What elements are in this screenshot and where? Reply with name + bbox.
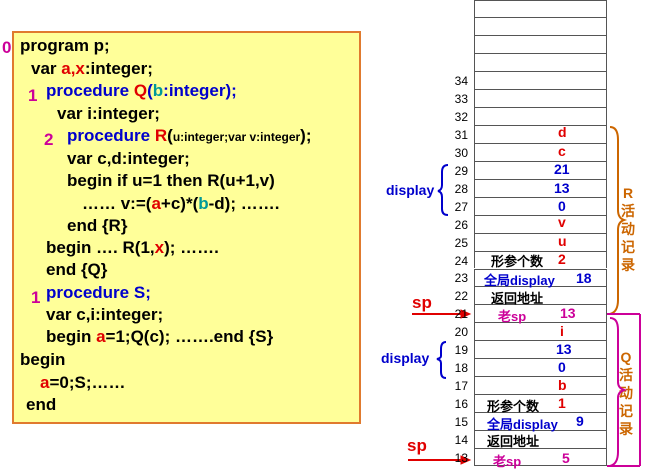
stack-cell-34 xyxy=(474,71,607,89)
address-label-18: 18 xyxy=(454,361,468,376)
stack-cell-17 xyxy=(474,376,607,395)
cell-21-value: 13 xyxy=(560,305,576,321)
sp-label-upper: sp xyxy=(412,293,432,312)
address-label-26: 26 xyxy=(454,217,468,232)
level-marker-2: 2 xyxy=(44,130,54,149)
cell-14-label: 返回地址 xyxy=(487,434,540,449)
cell-29-value: 21 xyxy=(554,161,570,177)
display-label-r: display xyxy=(386,182,435,198)
cell-26-value: v xyxy=(558,214,566,230)
code-line-procedure-s: procedure S; xyxy=(46,283,151,302)
address-label-20: 20 xyxy=(454,325,468,340)
cell-23-value: 18 xyxy=(576,270,592,286)
stack-cell-blank xyxy=(474,0,607,17)
address-label-15: 15 xyxy=(454,415,468,430)
stack-cell-28 xyxy=(474,178,607,197)
address-label-19: 19 xyxy=(454,343,468,358)
code-line-begin-q: begin …. R(1,x); ……. xyxy=(46,238,219,257)
code-line-main-body: a=0;S;…… xyxy=(40,373,126,392)
stack-cell-20 xyxy=(474,322,607,341)
address-label-27: 27 xyxy=(454,199,468,214)
address-label-16: 16 xyxy=(454,397,468,412)
code-line-end-main: end xyxy=(26,395,57,414)
code-line-begin-main: begin xyxy=(20,350,66,369)
address-label-29: 29 xyxy=(454,163,468,178)
cell-15-value: 9 xyxy=(576,413,584,429)
address-label-24: 24 xyxy=(454,253,468,268)
cell-16-label: 形参个数 xyxy=(487,399,540,414)
stack-cell-blank xyxy=(474,53,607,71)
cell-13-value: 5 xyxy=(562,450,570,466)
address-label-14: 14 xyxy=(454,433,468,448)
address-label-32: 32 xyxy=(454,109,468,124)
code-line-program: program p; xyxy=(20,36,110,55)
address-label-28: 28 xyxy=(454,181,468,196)
cell-25-value: u xyxy=(558,233,567,249)
cell-24-value: 2 xyxy=(558,251,566,267)
level-marker-1a: 1 xyxy=(28,86,38,105)
stack-cell-19 xyxy=(474,340,607,359)
cell-20-value: i xyxy=(560,323,564,339)
address-label-33: 33 xyxy=(454,91,468,106)
address-label-23: 23 xyxy=(454,271,468,286)
cell-18-value: 0 xyxy=(558,359,566,375)
code-line-var-ax: var a,x:integer; xyxy=(31,59,153,78)
stack-cell-31 xyxy=(474,124,607,143)
cell-17-value: b xyxy=(558,377,567,393)
cell-22-label: 返回地址 xyxy=(491,291,544,306)
cell-27-value: 0 xyxy=(558,198,566,214)
address-label-21: 21 xyxy=(454,307,468,322)
code-line-begin-s: begin a=1;Q(c); …….end {S} xyxy=(46,327,274,346)
activation-record-r-label: R活动记录 xyxy=(621,185,635,273)
level-marker-0: 0 xyxy=(2,38,12,57)
stack-cell-27 xyxy=(474,196,607,215)
code-line-begin-if: begin if u=1 then R(u+1,v) xyxy=(67,171,275,190)
stack-cell-30 xyxy=(474,142,607,161)
cell-24-label: 形参个数 xyxy=(491,254,544,269)
cell-30-value: c xyxy=(558,143,566,159)
display-label-q: display xyxy=(381,350,430,366)
cell-31-value: d xyxy=(558,124,567,140)
code-line-procedure-r: procedure R(u:integer;var v:integer); xyxy=(67,126,312,145)
code-line-end-r: end {R} xyxy=(67,216,128,235)
code-line-var-cd: var c,d:integer; xyxy=(67,149,190,168)
cell-13-label: 老sp xyxy=(493,454,522,469)
address-label-25: 25 xyxy=(454,235,468,250)
sp-label-lower: sp xyxy=(407,436,427,455)
stack-cell-blank xyxy=(474,17,607,35)
stack-cell-18 xyxy=(474,358,607,377)
stack-cell-32 xyxy=(474,106,607,125)
stack-cell-25 xyxy=(474,232,607,251)
address-label-17: 17 xyxy=(454,379,468,394)
code-line-assign-v: …… v:=(a+c)*(b-d); ……. xyxy=(82,194,280,213)
cell-21-label: 老sp xyxy=(498,309,527,324)
stack-cell-blank xyxy=(474,35,607,53)
address-label-22: 22 xyxy=(454,289,468,304)
level-marker-1b: 1 xyxy=(31,288,41,307)
stack-cell-29 xyxy=(474,160,607,179)
stack-cell-21 xyxy=(474,304,607,323)
address-label-30: 30 xyxy=(454,145,468,160)
cell-19-value: 13 xyxy=(556,341,572,357)
address-label-31: 31 xyxy=(454,127,468,142)
code-line-var-ci: var c,i:integer; xyxy=(46,305,164,324)
cell-23-label: 全局display xyxy=(484,273,555,288)
address-label-34: 34 xyxy=(454,73,468,88)
cell-28-value: 13 xyxy=(554,180,570,196)
code-line-procedure-q: procedure Q(b:integer); xyxy=(46,81,237,100)
activation-record-q-label: Q活动记录 xyxy=(619,349,633,437)
stack-cell-26 xyxy=(474,214,607,233)
code-line-end-q: end {Q} xyxy=(46,260,108,279)
stack-cell-33 xyxy=(474,88,607,107)
cell-16-value: 1 xyxy=(558,395,566,411)
address-label-13: 13 xyxy=(454,451,468,465)
code-line-var-i: var i:integer; xyxy=(57,104,160,123)
